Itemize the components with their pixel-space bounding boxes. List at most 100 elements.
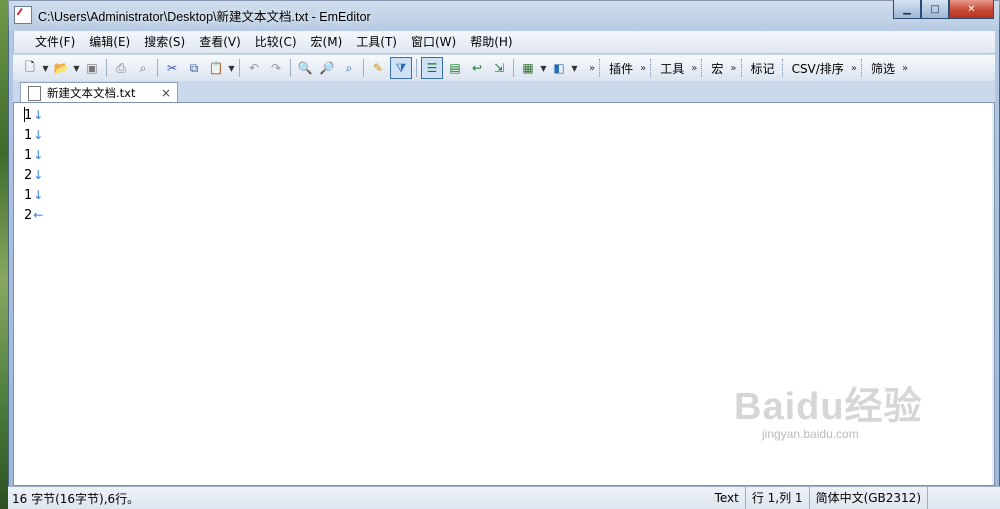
menu-edit[interactable]: 编辑(E) (82, 31, 137, 53)
text-editor-area[interactable]: 1↓ 1↓ 1↓ 2↓ 1↓ 2← Baidu经验 jingyan.baidu.… (13, 102, 995, 486)
line-text: 1 (24, 148, 33, 163)
customize-icon[interactable]: ◧ (549, 58, 569, 78)
csv-toolbar-label[interactable]: CSV/排序 (788, 60, 848, 77)
find-previous-icon[interactable]: ⌕ (339, 58, 359, 78)
toolbar-grip[interactable] (740, 59, 744, 77)
filter-toolbar-label[interactable]: 筛选 (867, 60, 899, 77)
minimize-icon: ▁ (903, 3, 911, 15)
editor-line[interactable]: 1↓ (24, 145, 43, 165)
menu-tools[interactable]: 工具(T) (349, 31, 404, 53)
editor-line[interactable]: 1↓ (24, 105, 43, 125)
newline-mark-icon: ↓ (33, 108, 44, 122)
line-text: 2 (24, 208, 33, 223)
text-document-icon (28, 85, 41, 101)
wrap-by-chars-icon[interactable]: ▤ (445, 58, 465, 78)
vertical-scrollbar-edge[interactable] (992, 103, 994, 485)
marker-toolbar-label[interactable]: 标记 (747, 60, 779, 77)
toolbar-grip[interactable] (650, 59, 653, 77)
editor-line[interactable]: 2↓ (24, 165, 43, 185)
watermark-url: jingyan.baidu.com (762, 427, 859, 441)
newline-mark-icon: ↓ (33, 148, 44, 162)
maximize-icon: □ (930, 3, 940, 15)
open-folder-icon[interactable]: 📂 (51, 58, 71, 78)
status-mode[interactable]: Text (709, 487, 745, 509)
customize-dropdown-icon[interactable]: ▼ (570, 64, 579, 73)
line-wrap-none-icon[interactable]: ☰ (421, 57, 443, 79)
main-toolbar: 🗋 ▼ 📂 ▼ ▣ ⎙ ⌕ ✂ ⧉ 📋 ▼ ↶ ↷ 🔍 🔎 ⌕ ✎ ⧩ ☰ ▤ … (13, 54, 995, 82)
paste-dropdown-icon[interactable]: ▼ (227, 64, 236, 73)
baidu-watermark: Baidu经验 jingyan.baidu.com (734, 375, 934, 455)
menu-view[interactable]: 查看(V) (192, 31, 248, 53)
csv-overflow-icon[interactable]: » (851, 63, 857, 74)
toolbar-separator (157, 59, 158, 77)
document-tab[interactable]: 新建文本文档.txt × (20, 82, 178, 103)
line-text: 1 (24, 188, 33, 203)
plugins-toolbar-label[interactable]: 插件 (605, 60, 637, 77)
tab-close-icon[interactable]: × (161, 86, 171, 100)
macros-overflow-icon[interactable]: » (730, 63, 736, 74)
minimize-button[interactable]: ▁ (893, 0, 921, 19)
menu-help[interactable]: 帮助(H) (463, 31, 519, 53)
toolbar-overflow-icon[interactable]: » (589, 63, 595, 74)
toolbar-grip[interactable] (701, 59, 704, 77)
newline-mark-icon: ↓ (33, 128, 44, 142)
toolbar-grip[interactable] (781, 59, 785, 77)
print-icon[interactable]: ⎙ (111, 58, 131, 78)
copy-icon[interactable]: ⧉ (184, 58, 204, 78)
print-preview-icon[interactable]: ⌕ (133, 58, 153, 78)
save-icon[interactable]: ▣ (82, 58, 102, 78)
status-encoding[interactable]: 简体中文(GB2312) (808, 487, 927, 509)
paste-icon[interactable]: 📋 (206, 58, 226, 78)
status-file-info: 16 字节(16字节),6行。 (12, 491, 140, 506)
configuration-icon[interactable]: ▦ (518, 58, 538, 78)
menu-macros[interactable]: 宏(M) (304, 31, 350, 53)
editor-line[interactable]: 1↓ (24, 185, 43, 205)
title-bar[interactable]: C:\Users\Administrator\Desktop\新建文本文档.tx… (8, 0, 1000, 30)
cut-icon[interactable]: ✂ (162, 58, 182, 78)
tab-label: 新建文本文档.txt (47, 86, 136, 100)
app-window: C:\Users\Administrator\Desktop\新建文本文档.tx… (8, 0, 1000, 509)
filter-toggle-icon[interactable]: ⧩ (390, 57, 412, 79)
toolbar-separator (239, 59, 240, 77)
open-dropdown-icon[interactable]: ▼ (72, 64, 81, 73)
menu-search[interactable]: 搜索(S) (137, 31, 192, 53)
newline-mark-icon: ↓ (33, 168, 44, 182)
maximize-button[interactable]: □ (921, 0, 949, 19)
configuration-dropdown-icon[interactable]: ▼ (539, 64, 548, 73)
highlight-search-icon[interactable]: ✎ (368, 58, 388, 78)
redo-icon[interactable]: ↷ (266, 58, 286, 78)
line-text: 1 (24, 108, 33, 123)
toolbar-grip[interactable] (860, 59, 864, 77)
wrap-by-window-icon[interactable]: ↩ (467, 58, 487, 78)
toolbar-grip[interactable] (599, 59, 602, 77)
plugins-overflow-icon[interactable]: » (640, 63, 646, 74)
wrap-by-page-icon[interactable]: ⇲ (489, 58, 509, 78)
filter-overflow-icon[interactable]: » (902, 63, 908, 74)
status-extra (927, 487, 1000, 509)
menu-bar: 文件(F) 编辑(E) 搜索(S) 查看(V) 比较(C) 宏(M) 工具(T)… (13, 31, 995, 53)
tools-toolbar-label[interactable]: 工具 (656, 60, 688, 77)
toolbar-separator (513, 59, 514, 77)
macros-toolbar-label[interactable]: 宏 (707, 60, 727, 77)
status-cursor-position[interactable]: 行 1,列 1 (744, 487, 809, 509)
menu-file[interactable]: 文件(F) (28, 31, 82, 53)
find-next-icon[interactable]: 🔎 (317, 58, 337, 78)
line-text: 1 (24, 128, 33, 143)
caption-buttons: ▁ □ ✕ (893, 0, 994, 19)
status-bar: 16 字节(16字节),6行。 Text 行 1,列 1 简体中文(GB2312… (8, 486, 1000, 509)
emeditor-app-icon[interactable] (14, 6, 32, 24)
window-title: C:\Users\Administrator\Desktop\新建文本文档.tx… (38, 9, 371, 24)
tools-overflow-icon[interactable]: » (691, 63, 697, 74)
undo-icon[interactable]: ↶ (244, 58, 264, 78)
find-icon[interactable]: 🔍 (295, 58, 315, 78)
new-file-icon[interactable]: 🗋 (20, 58, 40, 78)
editor-line[interactable]: 1↓ (24, 125, 43, 145)
newline-mark-icon: ↓ (33, 188, 44, 202)
editor-line[interactable]: 2← (24, 205, 43, 225)
menu-compare[interactable]: 比较(C) (248, 31, 304, 53)
toolbar-separator (416, 59, 417, 77)
new-file-dropdown-icon[interactable]: ▼ (41, 64, 50, 73)
menu-window[interactable]: 窗口(W) (404, 31, 463, 53)
watermark-logo-text: Baidu经验 (734, 386, 923, 428)
close-button[interactable]: ✕ (949, 0, 994, 19)
